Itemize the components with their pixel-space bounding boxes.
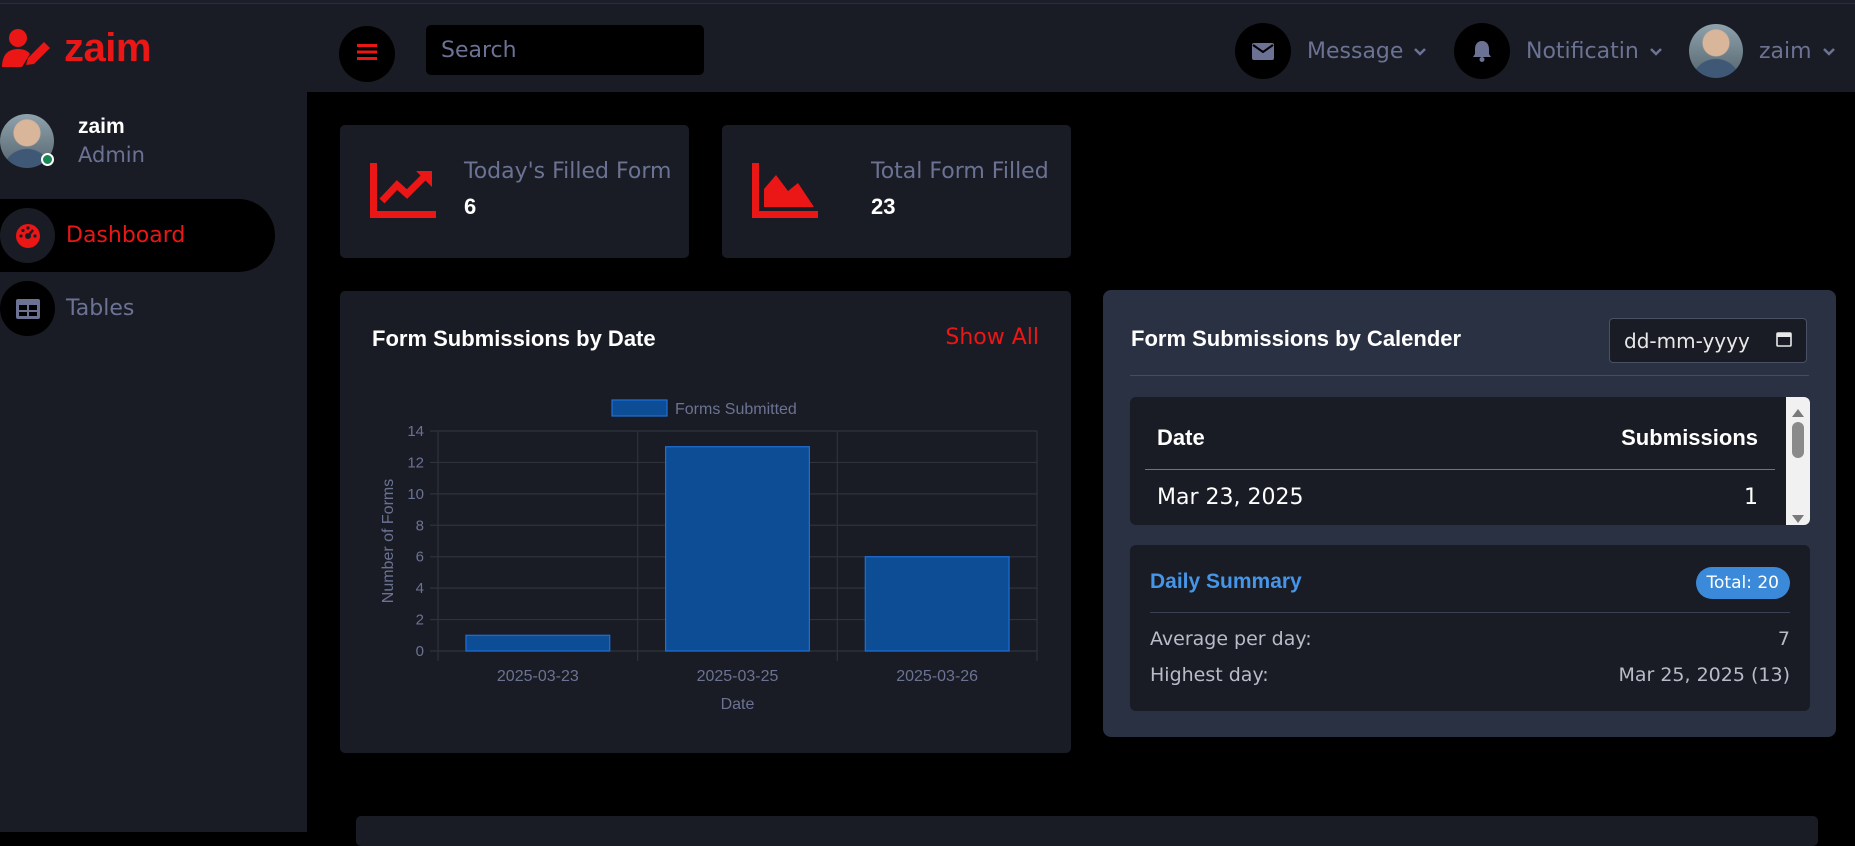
bar (465, 634, 611, 652)
stat-label: Today's Filled Form (464, 159, 672, 184)
divider (1150, 612, 1790, 613)
chevron-down-icon (1822, 42, 1836, 61)
scroll-down-arrow-icon[interactable] (1791, 509, 1805, 525)
profile-role: Admin (78, 143, 145, 167)
total-badge: Total: 20 (1695, 567, 1790, 599)
bars-icon (357, 43, 377, 65)
bar-chart: 0 2 4 6 8 10 12 14 2025-03-23 2025-03-25 2025-03-2… (380, 399, 1038, 713)
avatar (1689, 24, 1743, 78)
y-tick-label: 4 (416, 580, 424, 597)
user-dropdown[interactable]: zaim (1689, 23, 1836, 79)
table-header-date: Date (1157, 425, 1205, 450)
table-header-divider (1145, 469, 1775, 470)
summary-row-highest: Highest day: Mar 25, 2025 (13) (1150, 664, 1790, 686)
x-axis-label: Date (721, 696, 755, 713)
bar (665, 446, 810, 652)
chart-card-title: Form Submissions by Date (372, 326, 656, 351)
table-scrollbar[interactable] (1786, 397, 1810, 525)
x-tick-label: 2025-03-25 (697, 668, 779, 685)
chevron-down-icon (1413, 42, 1427, 61)
stat-label: Total Form Filled (871, 159, 1049, 184)
search-input[interactable] (426, 25, 704, 75)
menu-toggle-button[interactable] (339, 26, 395, 82)
scroll-up-arrow-icon[interactable] (1791, 403, 1805, 422)
table-icon (0, 281, 55, 336)
y-tick-label: 8 (416, 517, 424, 534)
user-edit-icon (2, 28, 52, 68)
brand-name: zaim (64, 25, 151, 70)
divider (1130, 375, 1809, 376)
scrollbar-thumb[interactable] (1792, 422, 1804, 458)
show-all-link[interactable]: Show All (945, 325, 1039, 350)
table-cell-count: 1 (1744, 485, 1758, 510)
summary-value: Mar 25, 2025 (13) (1618, 664, 1790, 686)
stat-value: 23 (871, 194, 896, 219)
summary-value: 7 (1777, 628, 1790, 650)
legend-label: Forms Submitted (675, 401, 797, 418)
y-tick-label: 0 (416, 643, 424, 660)
bottom-card (356, 816, 1818, 846)
brand[interactable]: zaim (0, 26, 151, 70)
bar (864, 556, 1010, 652)
summary-label: Highest day: (1150, 664, 1269, 686)
stat-card-today: Today's Filled Form 6 (340, 125, 689, 258)
y-tick-label: 2 (416, 612, 424, 629)
date-placeholder: dd-mm-yyyy (1624, 328, 1750, 353)
notification-label: Notificatin (1526, 38, 1639, 64)
top-navbar: Message Notificatin zaim (307, 4, 1855, 92)
chart-card: Form Submissions by Date Show All 0 2 4 6 8 1… (340, 291, 1071, 753)
sidebar-profile: zaim Admin (0, 114, 145, 168)
chart-area-icon (752, 163, 818, 222)
y-tick-label: 12 (407, 454, 424, 471)
x-tick-label: 2025-03-26 (896, 668, 978, 685)
chevron-down-icon (1649, 42, 1663, 61)
stat-value: 6 (464, 194, 477, 219)
online-status-dot (41, 153, 54, 166)
summary-row-average: Average per day: 7 (1150, 628, 1790, 650)
envelope-icon (1235, 23, 1291, 79)
message-dropdown[interactable]: Message (1235, 23, 1427, 79)
sidebar-item-tables[interactable]: Tables (0, 272, 275, 345)
summary-title: Daily Summary (1150, 570, 1302, 593)
avatar (0, 114, 54, 168)
date-picker-input[interactable]: dd-mm-yyyy (1609, 318, 1807, 363)
summary-label: Average per day: (1150, 628, 1312, 650)
bell-icon (1454, 23, 1510, 79)
legend-swatch (611, 399, 668, 417)
sidebar-item-label: Tables (66, 296, 135, 321)
tachometer-icon (0, 208, 55, 263)
sidebar: zaim zaim Admin Dashboard Tables (0, 4, 307, 832)
y-tick-label: 10 (407, 486, 424, 503)
calendar-card: Form Submissions by Calender dd-mm-yyyy … (1103, 290, 1836, 737)
user-label: zaim (1759, 38, 1812, 64)
stat-card-total: Total Form Filled 23 (722, 125, 1071, 258)
table-header-submissions: Submissions (1621, 425, 1758, 450)
daily-summary: Daily Summary Total: 20 Average per day:… (1130, 545, 1810, 711)
submissions-table: Date Submissions Mar 23, 2025 1 (1130, 397, 1810, 525)
message-label: Message (1307, 38, 1404, 64)
y-tick-label: 6 (416, 549, 424, 566)
sidebar-item-dashboard[interactable]: Dashboard (0, 199, 275, 272)
notification-dropdown[interactable]: Notificatin (1454, 23, 1663, 79)
table-cell-date: Mar 23, 2025 (1157, 485, 1304, 510)
calendar-card-title: Form Submissions by Calender (1131, 326, 1462, 351)
y-axis-label: Number of Forms (380, 479, 397, 603)
y-tick-label: 14 (407, 423, 424, 440)
sidebar-item-label: Dashboard (66, 223, 186, 248)
x-tick-label: 2025-03-23 (497, 668, 579, 685)
calendar-icon (1776, 331, 1792, 351)
chart-line-icon (370, 163, 436, 222)
profile-name: zaim (78, 115, 125, 138)
